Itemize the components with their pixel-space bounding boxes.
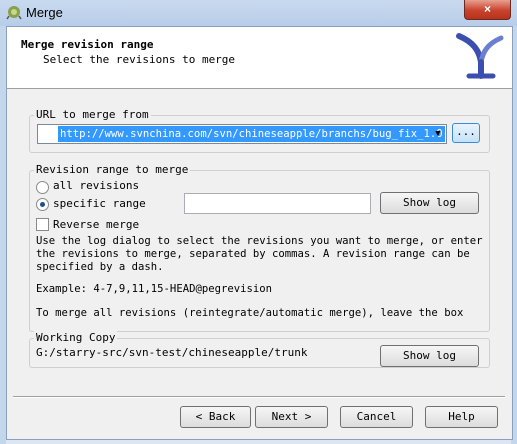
- revision-range-input[interactable]: [184, 193, 371, 214]
- all-revisions-radio[interactable]: [36, 181, 49, 194]
- page-subtitle: Select the revisions to merge: [43, 53, 236, 66]
- url-value[interactable]: http://www.svnchina.com/svn/chineseapple…: [58, 126, 445, 142]
- tortoisesvn-icon: [6, 6, 22, 20]
- working-copy-path: G:/starry-src/svn-test/chineseapple/trun…: [36, 346, 308, 359]
- close-button[interactable]: ×: [464, 0, 511, 20]
- help-button[interactable]: Help: [425, 406, 498, 428]
- footer-separator: [13, 396, 505, 398]
- wizard-header: Merge revision range Select the revision…: [7, 27, 512, 89]
- working-copy-label: Working Copy: [34, 331, 118, 344]
- merge-logo-icon: [456, 33, 504, 79]
- dialog-body: Merge revision range Select the revision…: [6, 26, 513, 440]
- show-log-button[interactable]: Show log: [380, 192, 479, 214]
- specific-range-label[interactable]: specific range: [53, 197, 146, 210]
- help-text-line3: specified by a dash.: [36, 261, 164, 273]
- reintegrate-hint: To merge all revisions (reintegrate/auto…: [36, 307, 464, 319]
- window-title: Merge: [26, 5, 63, 20]
- title-bar[interactable]: Merge ×: [0, 0, 517, 26]
- reverse-merge-checkbox[interactable]: [36, 218, 49, 231]
- back-button[interactable]: < Back: [180, 406, 251, 428]
- next-button[interactable]: Next >: [255, 406, 328, 428]
- chevron-down-icon[interactable]: ▼: [433, 127, 443, 141]
- close-icon: ×: [483, 2, 491, 16]
- page-title: Merge revision range: [21, 38, 154, 51]
- help-text-line2: the revisions to merge, separated by com…: [36, 248, 470, 260]
- example-text: Example: 4-7,9,11,15-HEAD@pegrevision: [36, 283, 272, 295]
- cancel-button[interactable]: Cancel: [340, 406, 413, 428]
- browse-button[interactable]: ...: [452, 123, 480, 143]
- help-text-line1: Use the log dialog to select the revisio…: [36, 235, 483, 247]
- url-combobox[interactable]: http://www.svnchina.com/svn/chineseapple…: [37, 124, 447, 144]
- revision-range-label: Revision range to merge: [34, 163, 191, 176]
- all-revisions-label[interactable]: all revisions: [53, 179, 139, 192]
- reverse-merge-label[interactable]: Reverse merge: [53, 218, 139, 231]
- specific-range-radio[interactable]: [36, 198, 49, 211]
- url-group-label: URL to merge from: [34, 108, 151, 121]
- working-copy-show-log-button[interactable]: Show log: [380, 345, 479, 367]
